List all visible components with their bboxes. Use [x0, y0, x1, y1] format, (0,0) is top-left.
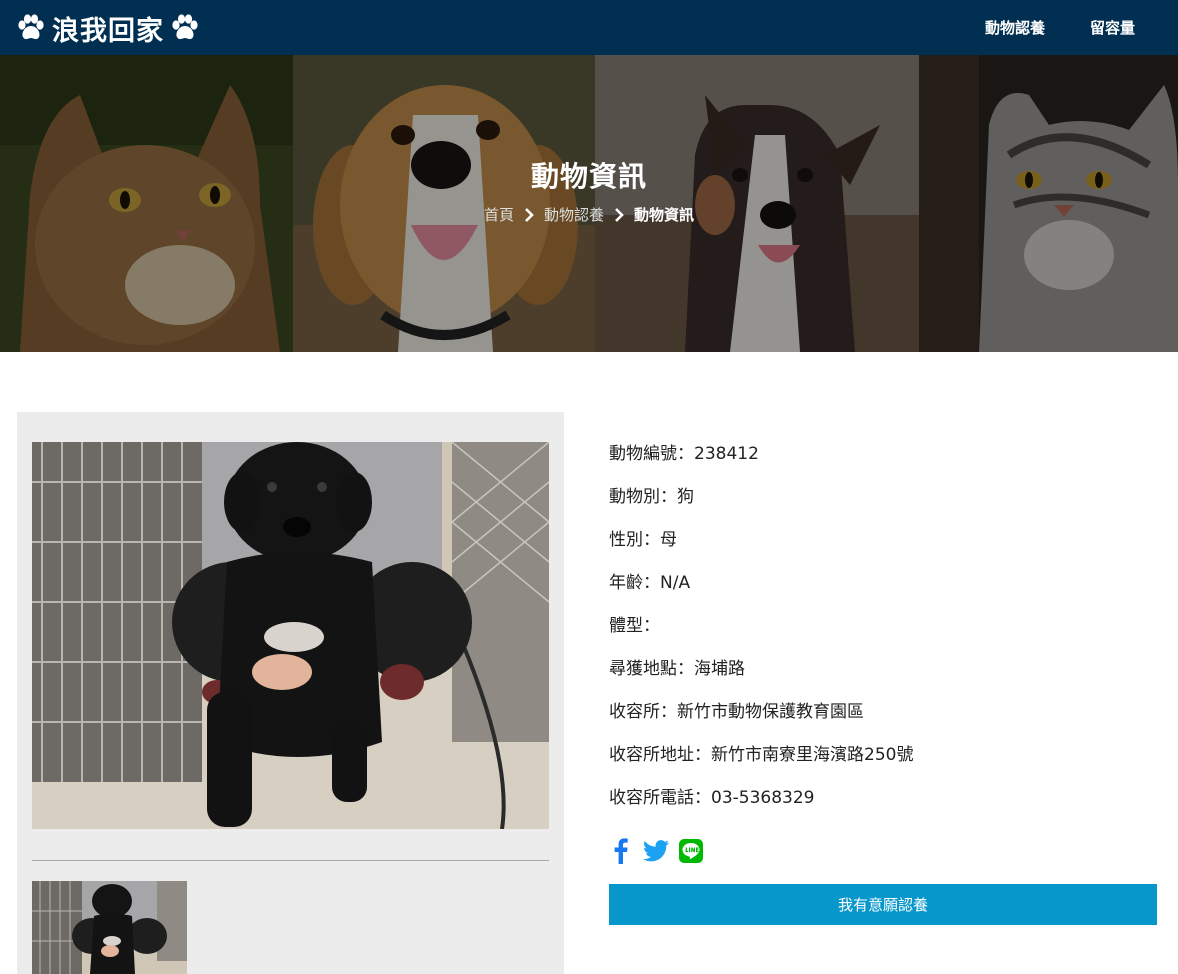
chevron-right-icon	[524, 207, 534, 222]
info-label: 動物編號	[609, 444, 677, 464]
info-value: 新竹市動物保護教育園區	[677, 702, 864, 722]
main-animal-photo	[32, 442, 549, 829]
info-row: 體型：	[609, 612, 1157, 655]
gallery-divider	[32, 860, 549, 861]
info-separator: ：	[677, 659, 694, 679]
info-label: 體型	[609, 616, 643, 636]
info-row: 收容所：新竹市動物保護教育園區	[609, 698, 1157, 741]
info-value: 母	[660, 530, 677, 550]
info-separator: ：	[660, 702, 677, 722]
info-separator: ：	[694, 745, 711, 765]
info-row: 動物編號：238412	[609, 440, 1157, 483]
brand-logo[interactable]: 浪我回家	[16, 8, 200, 48]
info-value: N/A	[660, 573, 691, 593]
info-row: 性別：母	[609, 526, 1157, 569]
brand-name: 浪我回家	[52, 15, 164, 47]
adopt-button[interactable]: 我有意願認養	[609, 884, 1157, 925]
info-separator: ：	[643, 573, 660, 593]
info-row: 尋獲地點：海埔路	[609, 655, 1157, 698]
info-value: 238412	[694, 444, 759, 464]
chevron-right-icon	[614, 207, 624, 222]
hero-banner: 動物資訊 首頁 動物認養 動物資訊	[0, 55, 1178, 352]
info-value: 狗	[677, 487, 694, 507]
info-label: 性別	[609, 530, 643, 550]
info-label: 收容所地址	[609, 745, 694, 765]
info-label: 收容所	[609, 702, 660, 722]
facebook-icon[interactable]	[609, 838, 633, 868]
info-label: 尋獲地點	[609, 659, 677, 679]
line-icon[interactable]	[679, 839, 703, 867]
breadcrumb: 首頁 動物認養 動物資訊	[0, 204, 1178, 225]
share-buttons	[609, 838, 703, 868]
info-value: 03-5368329	[711, 788, 815, 808]
top-navbar: 浪我回家 動物認養 留容量	[0, 0, 1178, 55]
twitter-icon[interactable]	[643, 840, 669, 866]
info-separator: ：	[643, 616, 660, 636]
info-value: 新竹市南寮里海濱路250號	[711, 745, 914, 765]
animal-info: 動物編號：238412 動物別：狗 性別：母 年齡：N/A 體型： 尋獲地點：海埔路 收容所…	[609, 440, 1157, 827]
paw-icon	[170, 14, 200, 42]
breadcrumb-current: 動物資訊	[634, 206, 695, 224]
info-row: 動物別：狗	[609, 483, 1157, 526]
info-row: 年齡：N/A	[609, 569, 1157, 612]
info-value: 海埔路	[694, 659, 745, 679]
info-separator: ：	[694, 788, 711, 808]
page-title: 動物資訊	[530, 160, 647, 193]
nav-capacity[interactable]: 留容量	[1090, 17, 1135, 38]
nav-adoption[interactable]: 動物認養	[985, 17, 1045, 38]
info-separator: ：	[677, 444, 694, 464]
info-label: 動物別	[609, 487, 660, 507]
breadcrumb-adoption[interactable]: 動物認養	[544, 204, 604, 225]
info-label: 年齡	[609, 573, 643, 593]
info-row: 收容所地址：新竹市南寮里海濱路250號	[609, 741, 1157, 784]
info-row: 收容所電話：03-5368329	[609, 784, 1157, 827]
info-label: 收容所電話	[609, 788, 694, 808]
thumbnail-photo[interactable]	[32, 881, 187, 974]
info-separator: ：	[643, 530, 660, 550]
breadcrumb-home[interactable]: 首頁	[484, 204, 514, 225]
photo-gallery	[17, 412, 564, 974]
paw-icon	[16, 14, 46, 42]
info-separator: ：	[660, 487, 677, 507]
